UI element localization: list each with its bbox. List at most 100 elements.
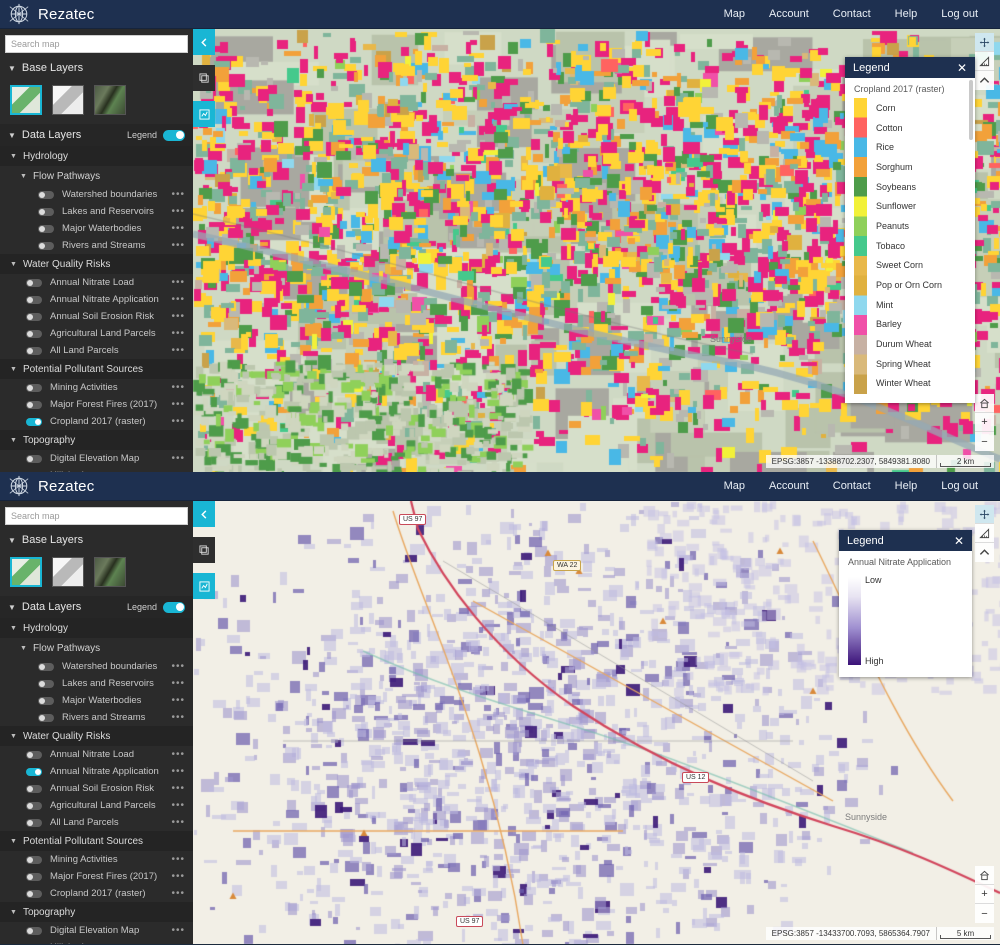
basemap-satellite[interactable] [94, 557, 126, 587]
home-button[interactable] [975, 866, 994, 885]
layer-toggle[interactable] [26, 801, 42, 810]
layer-toggle[interactable] [26, 784, 42, 793]
nav-item-help[interactable]: Help [895, 480, 918, 492]
collapse-panel-button[interactable] [193, 501, 215, 527]
layer-toggle[interactable] [26, 346, 42, 355]
layer-toggle[interactable] [26, 295, 42, 304]
layer-menu-icon[interactable]: ••• [171, 223, 185, 234]
basemap-grey[interactable] [52, 557, 84, 587]
brand[interactable]: Rezatec [0, 3, 94, 25]
layer-toggle[interactable] [38, 713, 54, 722]
layer-watershed-boundaries[interactable]: Watershed boundaries ••• [0, 658, 193, 675]
layer-toggle[interactable] [26, 750, 42, 759]
layer-annual-nitrate-application[interactable]: Annual Nitrate Application ••• [0, 763, 193, 780]
layer-mining-activities[interactable]: Mining Activities ••• [0, 379, 193, 396]
layer-menu-icon[interactable]: ••• [171, 942, 185, 944]
layer-major-forest-fires[interactable]: Major Forest Fires (2017) ••• [0, 868, 193, 885]
layer-cropland-2017[interactable]: Cropland 2017 (raster) ••• [0, 885, 193, 902]
layer-menu-icon[interactable]: ••• [171, 311, 185, 322]
pan-button[interactable] [975, 33, 994, 52]
layer-rivers-and-streams[interactable]: Rivers and Streams ••• [0, 709, 193, 726]
group-potential-pollutant-sources[interactable]: ▼ Potential Pollutant Sources [0, 831, 193, 851]
layer-major-waterbodies[interactable]: Major Waterbodies ••• [0, 220, 193, 237]
layer-lakes-and-reservoirs[interactable]: Lakes and Reservoirs ••• [0, 203, 193, 220]
base-layers-header[interactable]: ▼ Base Layers [0, 529, 193, 551]
layer-toggle[interactable] [26, 417, 42, 426]
basemap-satellite[interactable] [94, 85, 126, 115]
nav-item-contact[interactable]: Contact [833, 480, 871, 492]
group-potential-pollutant-sources[interactable]: ▼ Potential Pollutant Sources [0, 359, 193, 379]
layer-menu-icon[interactable]: ••• [171, 277, 185, 288]
layer-agricultural-land-parcels[interactable]: Agricultural Land Parcels ••• [0, 325, 193, 342]
nav-item-map[interactable]: Map [724, 480, 745, 492]
layer-rivers-and-streams[interactable]: Rivers and Streams ••• [0, 237, 193, 254]
group-hydrology[interactable]: ▼ Hydrology [0, 146, 193, 166]
layer-menu-icon[interactable]: ••• [171, 817, 185, 828]
data-layers-header[interactable]: ▼ Data Layers Legend [0, 596, 193, 618]
layer-all-land-parcels[interactable]: All Land Parcels ••• [0, 342, 193, 359]
layer-hillshade[interactable]: Hillshade ••• [0, 939, 193, 944]
layer-menu-icon[interactable]: ••• [171, 766, 185, 777]
layer-menu-icon[interactable]: ••• [171, 661, 185, 672]
layer-annual-soil-erosion-risk[interactable]: Annual Soil Erosion Risk ••• [0, 308, 193, 325]
zoom-in-button[interactable]: + [975, 413, 994, 432]
legend-toggle[interactable] [163, 601, 185, 613]
layer-annual-soil-erosion-risk[interactable]: Annual Soil Erosion Risk ••• [0, 780, 193, 797]
layer-menu-icon[interactable]: ••• [171, 294, 185, 305]
close-icon[interactable]: ✕ [957, 62, 967, 74]
collapse-panel-button[interactable] [193, 29, 215, 55]
nav-item-account[interactable]: Account [769, 8, 809, 20]
chart-button[interactable] [193, 101, 215, 127]
legend-toggle[interactable] [163, 129, 185, 141]
layer-annual-nitrate-load[interactable]: Annual Nitrate Load ••• [0, 746, 193, 763]
map-canvas-cropland[interactable]: Sunnyside + − Legend ✕ Cropland 2017 (ra… [193, 29, 1000, 472]
layer-major-waterbodies[interactable]: Major Waterbodies ••• [0, 692, 193, 709]
layer-toggle[interactable] [26, 312, 42, 321]
layer-digital-elevation-map[interactable]: Digital Elevation Map ••• [0, 922, 193, 939]
layer-menu-icon[interactable]: ••• [171, 399, 185, 410]
layer-toggle[interactable] [26, 855, 42, 864]
layer-toggle[interactable] [26, 943, 42, 944]
nav-item-map[interactable]: Map [724, 8, 745, 20]
nav-item-help[interactable]: Help [895, 8, 918, 20]
layer-lakes-and-reservoirs[interactable]: Lakes and Reservoirs ••• [0, 675, 193, 692]
layer-toggle[interactable] [26, 454, 42, 463]
basemap-grey[interactable] [52, 85, 84, 115]
layer-toggle[interactable] [38, 190, 54, 199]
layer-toggle[interactable] [26, 889, 42, 898]
layer-toggle[interactable] [26, 278, 42, 287]
layer-menu-icon[interactable]: ••• [171, 416, 185, 427]
layer-all-land-parcels[interactable]: All Land Parcels ••• [0, 814, 193, 831]
layer-toggle[interactable] [26, 383, 42, 392]
basemap-streets[interactable] [10, 557, 42, 587]
data-layers-header[interactable]: ▼ Data Layers Legend [0, 124, 193, 146]
layers-button[interactable] [193, 65, 215, 91]
measure-button[interactable] [975, 524, 994, 543]
layer-toggle[interactable] [26, 329, 42, 338]
brand[interactable]: Rezatec [0, 475, 94, 497]
layer-toggle[interactable] [38, 207, 54, 216]
close-icon[interactable]: ✕ [954, 535, 964, 547]
nav-item-logout[interactable]: Log out [941, 8, 978, 20]
layer-digital-elevation-map[interactable]: Digital Elevation Map ••• [0, 450, 193, 467]
layer-menu-icon[interactable]: ••• [171, 925, 185, 936]
layer-toggle[interactable] [38, 662, 54, 671]
layer-toggle[interactable] [26, 818, 42, 827]
layer-toggle[interactable] [26, 872, 42, 881]
layer-menu-icon[interactable]: ••• [171, 382, 185, 393]
layer-cropland-2017[interactable]: Cropland 2017 (raster) ••• [0, 413, 193, 430]
group-topography[interactable]: ▼ Topography [0, 430, 193, 450]
layer-toggle[interactable] [26, 926, 42, 935]
layer-toggle[interactable] [38, 224, 54, 233]
layer-toggle[interactable] [26, 400, 42, 409]
layer-menu-icon[interactable]: ••• [171, 453, 185, 464]
north-arrow-button[interactable] [975, 71, 994, 90]
layer-menu-icon[interactable]: ••• [171, 783, 185, 794]
layer-menu-icon[interactable]: ••• [171, 800, 185, 811]
layer-toggle[interactable] [38, 679, 54, 688]
layer-toggle[interactable] [26, 767, 42, 776]
layer-menu-icon[interactable]: ••• [171, 854, 185, 865]
chart-button[interactable] [193, 573, 215, 599]
search-input[interactable] [5, 507, 188, 525]
layer-annual-nitrate-load[interactable]: Annual Nitrate Load ••• [0, 274, 193, 291]
